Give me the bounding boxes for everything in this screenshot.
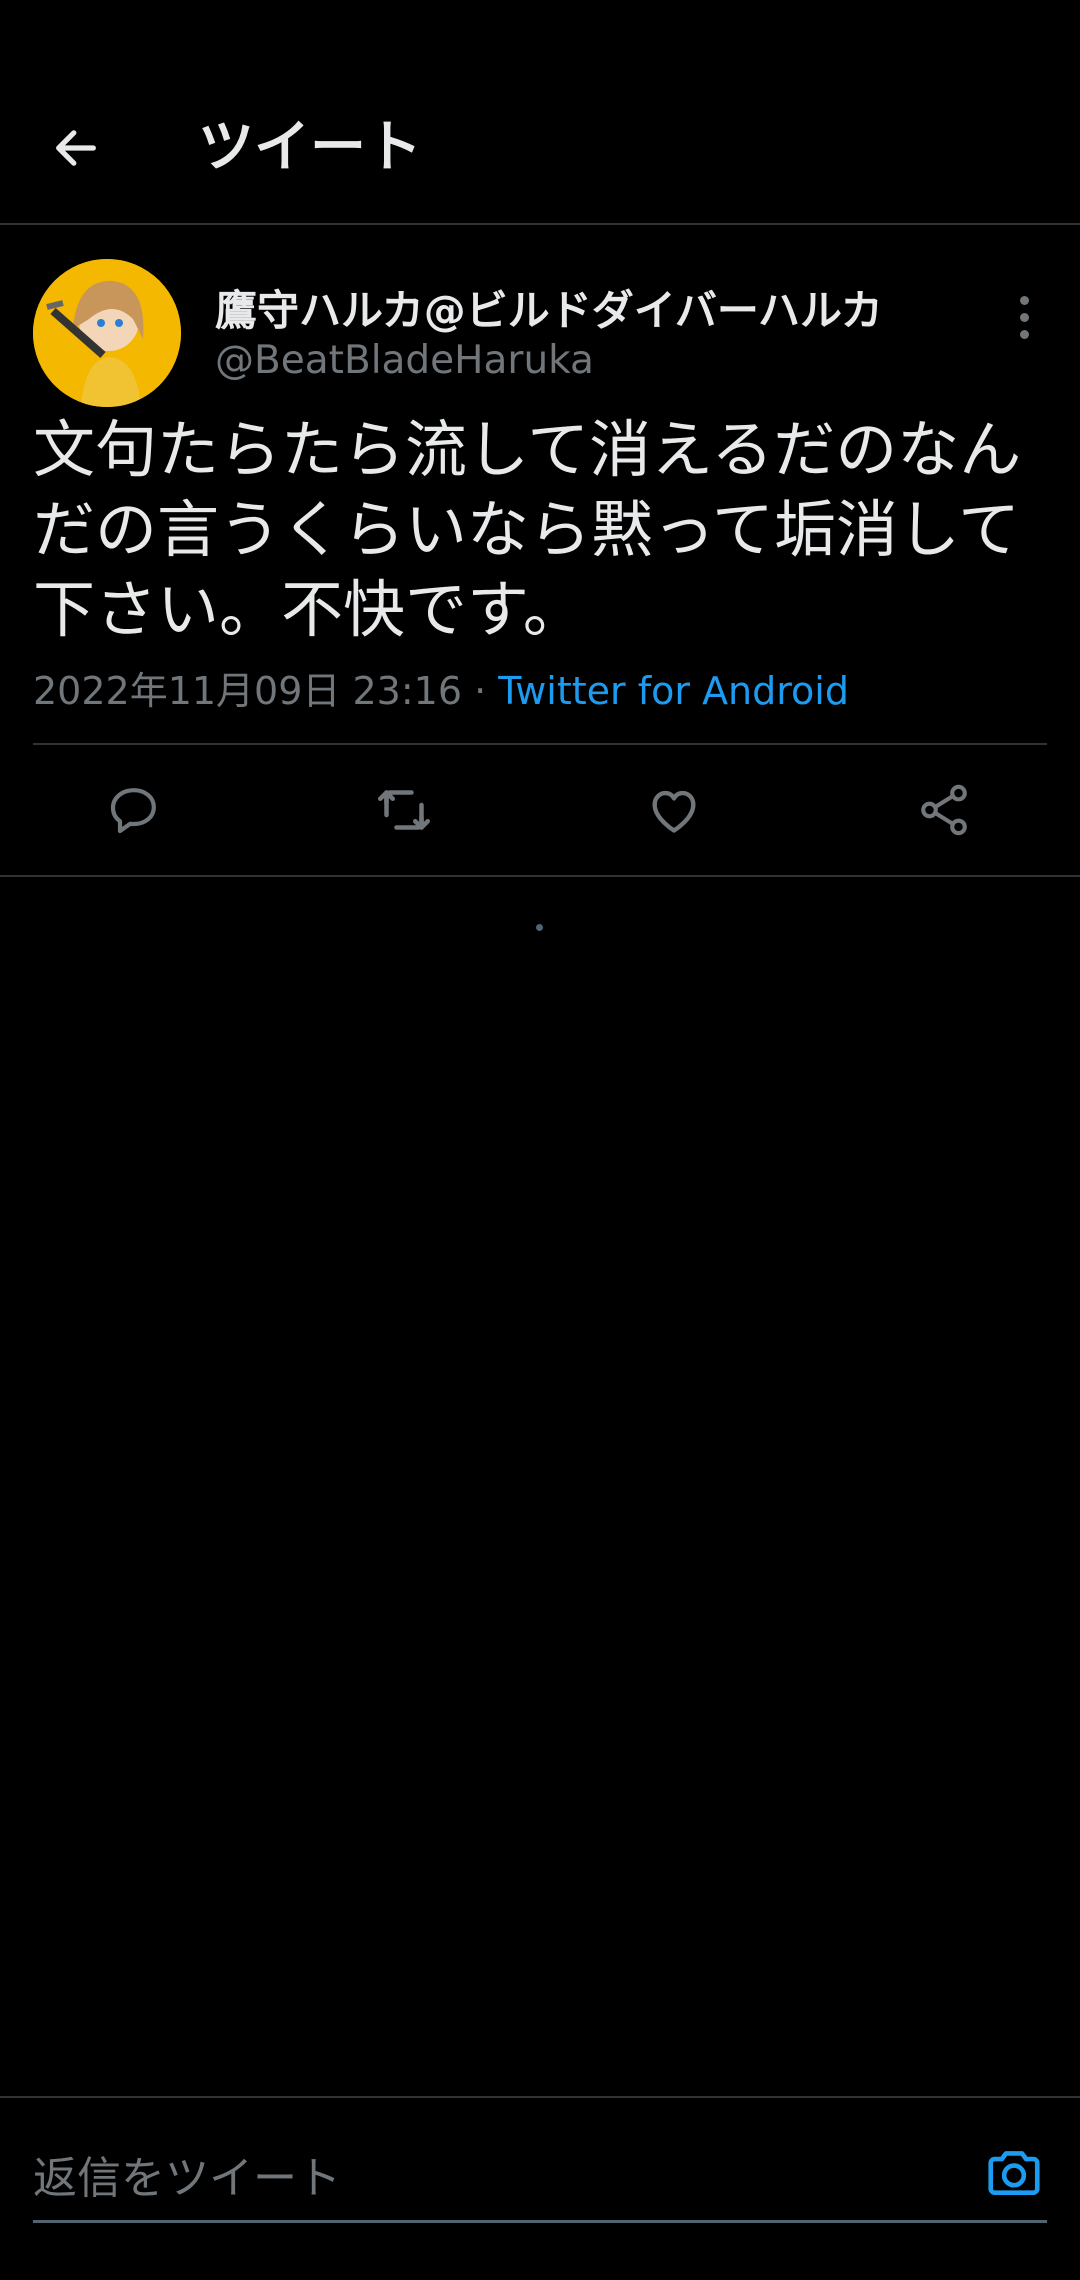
more-options-button[interactable] [1004, 277, 1044, 357]
share-button[interactable] [912, 778, 976, 842]
camera-button[interactable] [982, 2140, 1046, 2204]
top-app-bar: ツイート [0, 0, 1080, 225]
tweet-text: 文句たらたら流して消えるだのなんだの言うくらいなら黙って垢消して下さい。不快です… [33, 413, 1022, 646]
tweet-meta: 2022年11月09日 23:16 · Twitter for Android [33, 660, 849, 715]
tweet-source-link[interactable]: Twitter for Android [498, 669, 849, 713]
back-button[interactable] [40, 112, 112, 184]
more-vertical-icon-dot [1019, 329, 1029, 339]
avatar-image [33, 259, 181, 407]
reply-button[interactable] [102, 778, 166, 842]
reply-input-underline [33, 2220, 1047, 2223]
reply-icon [110, 788, 156, 834]
like-button[interactable] [642, 778, 706, 842]
loading-indicator [536, 924, 543, 931]
page-title: ツイート [198, 115, 422, 180]
meta-separator: · [474, 669, 487, 713]
reply-input[interactable]: 返信をツイート [33, 2142, 341, 2206]
more-vertical-icon [1019, 295, 1029, 305]
arrow-left-icon [56, 130, 96, 166]
retweet-button[interactable] [372, 778, 436, 842]
tweet-actions [0, 745, 1080, 877]
display-name[interactable]: 鷹守ハルカ@ビルドダイバーハルカ [215, 277, 883, 338]
avatar[interactable] [33, 259, 181, 407]
share-icon [921, 784, 967, 836]
reply-composer: 返信をツイート [0, 2096, 1080, 2280]
retweet-icon [378, 790, 430, 830]
user-handle[interactable]: @BeatBladeHaruka [215, 338, 594, 383]
tweet-timestamp: 2022年11月09日 23:16 [33, 669, 463, 713]
more-vertical-icon-dot [1019, 312, 1029, 322]
like-icon [652, 790, 696, 833]
camera-icon [988, 2151, 1040, 2195]
